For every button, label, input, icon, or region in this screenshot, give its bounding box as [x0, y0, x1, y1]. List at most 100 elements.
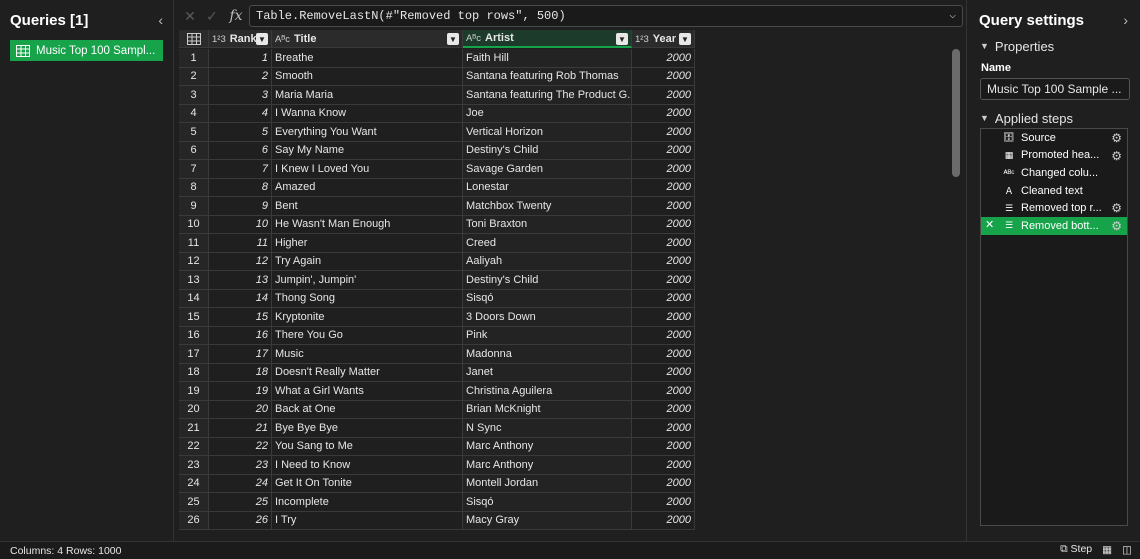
- cell-title[interactable]: Higher: [272, 234, 463, 253]
- cell-rank[interactable]: 20: [209, 400, 272, 419]
- cell-year[interactable]: 2000: [632, 252, 695, 271]
- table-row[interactable]: 19 19 What a Girl Wants Christina Aguilera 2…: [179, 382, 695, 401]
- cell-artist[interactable]: Creed: [463, 234, 632, 253]
- cell-rank[interactable]: 3: [209, 86, 272, 105]
- row-number[interactable]: 12: [179, 252, 209, 271]
- table-row[interactable]: 26 26 I Try Macy Gray 2000: [179, 511, 695, 530]
- cell-rank[interactable]: 24: [209, 474, 272, 493]
- cell-year[interactable]: 2000: [632, 271, 695, 290]
- applied-steps-section-toggle[interactable]: ▼ Applied steps: [967, 110, 1140, 126]
- cell-artist[interactable]: Aaliyah: [463, 252, 632, 271]
- cell-rank[interactable]: 2: [209, 67, 272, 86]
- table-row[interactable]: 11 11 Higher Creed 2000: [179, 234, 695, 253]
- cell-artist[interactable]: Toni Braxton: [463, 215, 632, 234]
- cell-year[interactable]: 2000: [632, 345, 695, 364]
- row-number[interactable]: 14: [179, 289, 209, 308]
- cell-rank[interactable]: 12: [209, 252, 272, 271]
- row-number[interactable]: 18: [179, 363, 209, 382]
- properties-section-toggle[interactable]: ▼ Properties: [967, 38, 1140, 54]
- scrollbar-thumb[interactable]: [952, 49, 960, 177]
- cell-year[interactable]: 2000: [632, 197, 695, 216]
- cell-title[interactable]: Kryptonite: [272, 308, 463, 327]
- table-row[interactable]: 18 18 Doesn't Really Matter Janet 2000: [179, 363, 695, 382]
- cell-title[interactable]: Bye Bye Bye: [272, 419, 463, 438]
- column-header-rank[interactable]: 1²3 Rank ▼: [209, 30, 272, 48]
- applied-step[interactable]: Ａ Cleaned text: [981, 182, 1127, 200]
- dropdown-icon[interactable]: ▼: [616, 33, 628, 45]
- cell-year[interactable]: 2000: [632, 86, 695, 105]
- cell-artist[interactable]: Brian McKnight: [463, 400, 632, 419]
- table-row[interactable]: 3 3 Maria Maria Santana featuring The Produ…: [179, 86, 695, 105]
- row-number[interactable]: 19: [179, 382, 209, 401]
- query-item-music-top-100[interactable]: Music Top 100 Sampl...: [10, 40, 163, 61]
- row-number[interactable]: 5: [179, 123, 209, 142]
- table-row[interactable]: 21 21 Bye Bye Bye N Sync 2000: [179, 419, 695, 438]
- cell-title[interactable]: Smooth: [272, 67, 463, 86]
- row-number[interactable]: 15: [179, 308, 209, 327]
- cell-title[interactable]: Incomplete: [272, 493, 463, 512]
- cell-year[interactable]: 2000: [632, 419, 695, 438]
- table-row[interactable]: 77I Knew I Loved You Savage Garden 2000: [179, 160, 695, 179]
- table-row[interactable]: 23 23 I Need to Know Marc Anthony 2000: [179, 456, 695, 475]
- cell-title[interactable]: Thong Song: [272, 289, 463, 308]
- cell-year[interactable]: 2000: [632, 234, 695, 253]
- cell-rank[interactable]: 4: [209, 104, 272, 123]
- cell-title[interactable]: Try Again: [272, 252, 463, 271]
- cell-artist[interactable]: Vertical Horizon: [463, 123, 632, 142]
- cell-artist[interactable]: Christina Aguilera: [463, 382, 632, 401]
- cell-artist[interactable]: Destiny's Child: [463, 141, 632, 160]
- cell-year[interactable]: 2000: [632, 289, 695, 308]
- applied-step[interactable]: ᴬᴮᶜ Changed colu...: [981, 164, 1127, 182]
- cell-artist[interactable]: Faith Hill: [463, 49, 632, 68]
- cell-year[interactable]: 2000: [632, 326, 695, 345]
- cell-artist[interactable]: Montell Jordan: [463, 474, 632, 493]
- table-view-icon[interactable]: ▦: [1102, 544, 1112, 556]
- cell-artist[interactable]: 3 Doors Down: [463, 308, 632, 327]
- cell-title[interactable]: Back at One: [272, 400, 463, 419]
- table-row[interactable]: 8 8 Amazed Lonestar 2000: [179, 178, 695, 197]
- gear-icon[interactable]: ⚙: [1111, 219, 1122, 233]
- cell-title[interactable]: Jumpin', Jumpin': [272, 271, 463, 290]
- cell-title[interactable]: What a Girl Wants: [272, 382, 463, 401]
- cell-artist[interactable]: Santana featuring The Product G...: [463, 86, 632, 105]
- row-number[interactable]: 13: [179, 271, 209, 290]
- cell-artist[interactable]: Macy Gray: [463, 511, 632, 530]
- row-number[interactable]: 25: [179, 493, 209, 512]
- query-name-input[interactable]: Music Top 100 Sample ...: [980, 78, 1130, 100]
- chevron-left-icon[interactable]: ‹: [158, 12, 163, 28]
- cell-rank[interactable]: 18: [209, 363, 272, 382]
- cell-rank[interactable]: 22: [209, 437, 272, 456]
- cancel-formula-icon[interactable]: ✕: [179, 5, 201, 27]
- cell-title[interactable]: Bent: [272, 197, 463, 216]
- row-number[interactable]: 22: [179, 437, 209, 456]
- applied-step[interactable]: 🗄 Source ⚙: [981, 129, 1127, 147]
- cell-title[interactable]: Get It On Tonite: [272, 474, 463, 493]
- table-row[interactable]: 9 9 Bent Matchbox Twenty 2000: [179, 197, 695, 216]
- cell-title[interactable]: There You Go: [272, 326, 463, 345]
- cell-artist[interactable]: Janet: [463, 363, 632, 382]
- cell-title[interactable]: I Wanna Know: [272, 104, 463, 123]
- row-number[interactable]: 23: [179, 456, 209, 475]
- cell-year[interactable]: 2000: [632, 308, 695, 327]
- cell-year[interactable]: 2000: [632, 215, 695, 234]
- row-number[interactable]: 26: [179, 511, 209, 530]
- cell-title[interactable]: Say My Name: [272, 141, 463, 160]
- gear-icon[interactable]: ⚙: [1111, 149, 1122, 163]
- applied-step[interactable]: ☰ Removed top r... ⚙: [981, 199, 1127, 217]
- cell-title[interactable]: Breathe: [272, 49, 463, 68]
- cell-rank[interactable]: 21: [209, 419, 272, 438]
- cell-title[interactable]: I Try: [272, 511, 463, 530]
- dropdown-icon[interactable]: ▼: [679, 33, 691, 45]
- cell-year[interactable]: 2000: [632, 382, 695, 401]
- cell-artist[interactable]: Sisqó: [463, 493, 632, 512]
- fx-icon[interactable]: fx: [223, 8, 249, 24]
- cell-title[interactable]: Doesn't Really Matter: [272, 363, 463, 382]
- row-number[interactable]: 17: [179, 345, 209, 364]
- select-all-table-icon[interactable]: [179, 30, 209, 48]
- row-number[interactable]: 4: [179, 104, 209, 123]
- cell-artist[interactable]: Santana featuring Rob Thomas: [463, 67, 632, 86]
- cell-title[interactable]: He Wasn't Man Enough: [272, 215, 463, 234]
- dropdown-icon[interactable]: ▼: [447, 33, 459, 45]
- cell-rank[interactable]: 25: [209, 493, 272, 512]
- cell-year[interactable]: 2000: [632, 400, 695, 419]
